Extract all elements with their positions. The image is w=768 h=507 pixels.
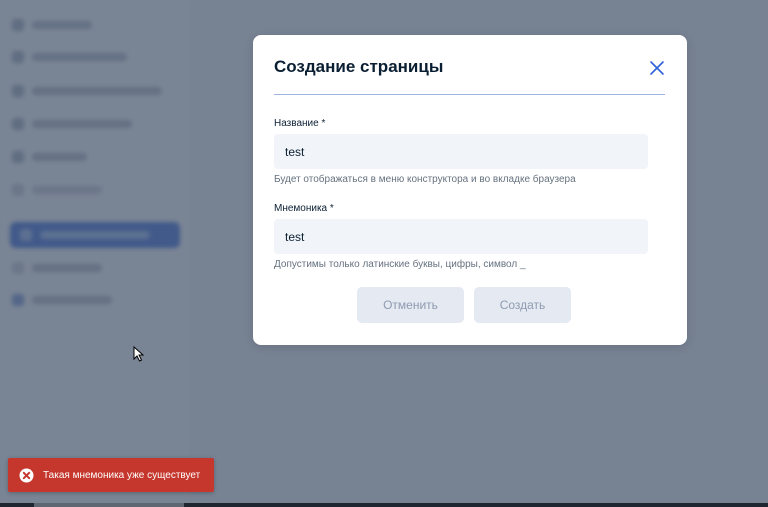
name-field-label: Название *: [274, 118, 326, 129]
mouse-cursor-icon: [133, 345, 145, 362]
title-divider: [274, 94, 665, 95]
mnemonic-input[interactable]: [274, 219, 648, 254]
taskbar-strip: [0, 503, 768, 507]
name-field-hint: Будет отображаться в меню конструктора и…: [274, 174, 576, 185]
name-input[interactable]: [274, 134, 648, 169]
create-page-dialog: Создание страницы Название * Будет отобр…: [253, 35, 687, 345]
close-icon: [650, 61, 664, 75]
mnemonic-field-hint: Допустимы только латинские буквы, цифры,…: [274, 259, 526, 270]
error-toast: Такая мнемоника уже существует: [8, 458, 214, 492]
mnemonic-field-label: Мнемоника *: [274, 203, 334, 214]
cancel-button[interactable]: Отменить: [357, 287, 464, 323]
close-button[interactable]: [647, 58, 667, 78]
toast-message: Такая мнемоника уже существует: [43, 469, 201, 481]
error-circle-x-icon: [19, 468, 34, 483]
create-button[interactable]: Создать: [474, 287, 571, 323]
dialog-title: Создание страницы: [274, 57, 444, 76]
